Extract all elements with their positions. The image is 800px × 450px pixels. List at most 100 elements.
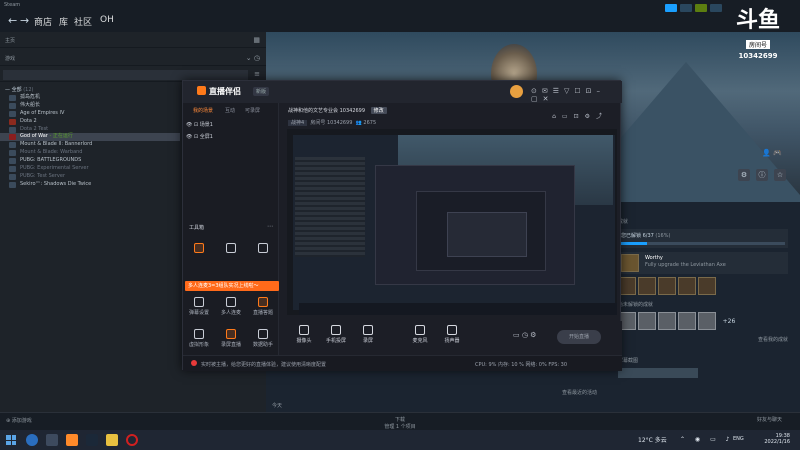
start-live-button[interactable]: 开始直播	[557, 330, 601, 344]
promo-banner[interactable]: 多人连麦3=3组队实况上线啦～	[185, 281, 279, 291]
game-list: — 全部 (12) 孤岛危机 伟大船长 Age of Empires IV Do…	[0, 86, 180, 189]
achievement-icon[interactable]	[698, 277, 716, 295]
windows-start-icon[interactable]	[6, 435, 16, 445]
tab-store[interactable]: 商店	[34, 15, 52, 28]
task-view-icon[interactable]	[46, 434, 58, 446]
tool-danmaku[interactable]	[187, 243, 211, 255]
grid-view-icon[interactable]: ▦	[253, 36, 260, 44]
list-item[interactable]: 伟大船长	[0, 102, 180, 110]
steam-menu[interactable]: Steam	[4, 2, 20, 8]
settings-icon[interactable]: ⚙	[738, 169, 750, 181]
game-name: Mount & Blade II: Bannerlord	[20, 141, 93, 148]
tool-avatar[interactable]: 虚拟形象	[187, 329, 211, 348]
steam-header: Steam ← → 商店 库 社区 OH	[0, 0, 800, 32]
tab-profile[interactable]: OH	[100, 15, 114, 25]
phone-cast-button[interactable]: 手机投屏	[321, 325, 351, 344]
edit-room-button[interactable]: 修改	[370, 107, 387, 114]
list-item[interactable]: PUBG: BATTLEGROUNDS	[0, 157, 180, 165]
folder-icon[interactable]	[106, 434, 118, 446]
list-item[interactable]: Dota 2	[0, 118, 180, 126]
steam-icon[interactable]	[86, 434, 98, 446]
tool-label: 多人连麦	[220, 310, 241, 316]
tray-icons[interactable]: ⌃ ◉ ▭ ♪	[680, 436, 733, 443]
tool-quiz[interactable]: 直播答题	[251, 297, 275, 316]
tab-scenes[interactable]: 我的场景	[193, 107, 213, 114]
filter-row[interactable]: 游戏 ⌄ ◷	[0, 52, 266, 66]
info-icon[interactable]: ⓘ	[756, 169, 768, 181]
friends-status-icon[interactable]	[695, 4, 707, 12]
game-name: God of War	[20, 133, 48, 140]
achievement-icon[interactable]	[678, 277, 696, 295]
window-controls[interactable]: ⊙✉☰▽☐⊡–▢✕	[531, 87, 622, 103]
controller-icon[interactable]: 👤 🎮	[762, 149, 782, 157]
notification-icon[interactable]	[680, 4, 692, 12]
add-game-button[interactable]: ⊕ 添加游戏	[6, 417, 32, 424]
downloads-status[interactable]: 下载 管理 1 个项目	[360, 416, 440, 430]
settings-icon[interactable]: ▭ ◷ ⚙	[513, 331, 536, 339]
douyu-app-icon[interactable]	[66, 434, 78, 446]
tab-interact[interactable]: 互动	[225, 107, 235, 114]
home-row[interactable]: 主页 ▦	[0, 34, 266, 48]
featured-achievement[interactable]: Worthy Fully upgrade the Leviathan Axe	[618, 252, 788, 274]
status-bar: 实时被主播，给您更好的直播体验，建议使用清晰度配置 CPU: 9% 内存: 10…	[183, 355, 622, 371]
more-icon[interactable]: ⋯	[267, 223, 273, 230]
list-item-selected[interactable]: God of War - 正在运行	[0, 133, 180, 142]
data-icon	[258, 329, 268, 339]
forward-arrow-icon[interactable]: →	[20, 14, 29, 27]
tool-user[interactable]	[219, 243, 243, 255]
achievement-icon[interactable]	[658, 277, 676, 295]
favorite-icon[interactable]: ☆	[774, 169, 786, 181]
filter-icon[interactable]: ≡	[254, 70, 260, 78]
tab-record[interactable]: 可录屏	[245, 107, 260, 114]
tool-multi[interactable]: 弹幕设置	[187, 297, 211, 316]
search-input[interactable]	[3, 70, 248, 80]
achievement-icon[interactable]	[678, 312, 696, 330]
tool-download[interactable]: 多人连麦	[219, 297, 243, 316]
version-badge[interactable]: 新版	[253, 87, 270, 96]
phone-icon	[331, 325, 341, 335]
record-button[interactable]: 录屏	[353, 325, 383, 344]
list-item[interactable]: Mount & Blade II: Bannerlord	[0, 141, 180, 149]
weather[interactable]: 12°C 多云	[638, 435, 667, 444]
room-category[interactable]: 战神4	[288, 120, 308, 126]
back-arrow-icon[interactable]: ←	[8, 14, 17, 27]
avatar[interactable]	[510, 85, 523, 98]
language-indicator[interactable]: ENG	[733, 436, 744, 442]
view-achievements-link[interactable]: 查看我的成就	[618, 336, 788, 343]
tab-library[interactable]: 库	[59, 15, 68, 28]
room-action-icons[interactable]: ⌂▭⊡⚙⤴	[552, 111, 608, 120]
record-screen-icon	[363, 325, 373, 335]
list-item[interactable]: 孤岛危机	[0, 94, 180, 102]
achievement-icon[interactable]	[638, 312, 656, 330]
speaker-button[interactable]: 扬声器	[437, 325, 467, 344]
tool-label: 录屏直播	[220, 342, 241, 348]
recent-activity-link[interactable]: 查看最近的活动	[562, 389, 597, 396]
screenshot-thumb[interactable]	[618, 368, 698, 378]
scene-item[interactable]: 👁 ⊡ 场景1	[186, 121, 213, 128]
achievement-icon[interactable]	[658, 312, 676, 330]
filter-dropdown-icon[interactable]: ⌄ ◷	[246, 54, 260, 62]
tab-community[interactable]: 社区	[74, 15, 92, 28]
category-header[interactable]: — 全部 (12)	[0, 86, 180, 94]
list-item[interactable]: Age of Empires IV	[0, 110, 180, 118]
system-stats: CPU: 9% 内存: 10 % 网络: 0% FPS: 30	[475, 362, 568, 368]
edge-icon[interactable]	[26, 434, 38, 446]
tool-record[interactable]: 录屏直播	[219, 329, 243, 348]
camera-icon	[299, 325, 309, 335]
record-app-icon[interactable]	[126, 434, 138, 446]
tool-gift[interactable]	[251, 243, 275, 255]
clock[interactable]: 19:38 2022/1/16	[764, 433, 790, 445]
achievement-icon[interactable]	[638, 277, 656, 295]
list-item[interactable]: PUBG: Test Server	[0, 173, 180, 181]
mic-button[interactable]: 麦克风	[405, 325, 435, 344]
broadcast-icon[interactable]	[665, 4, 677, 12]
user-menu-icon[interactable]	[710, 4, 722, 12]
scene-item[interactable]: 👁 ⊡ 全屏1	[186, 133, 213, 140]
list-item[interactable]: Mount & Blade: Warband	[0, 149, 180, 157]
list-item[interactable]: Sekiro™: Shadows Die Twice	[0, 181, 180, 189]
friends-chat-button[interactable]: 好友与聊天	[757, 416, 782, 423]
list-item[interactable]: PUBG: Experimental Server	[0, 165, 180, 173]
achievement-icon[interactable]	[698, 312, 716, 330]
tool-data[interactable]: 数据助手	[251, 329, 275, 348]
camera-button[interactable]: 摄像头	[289, 325, 319, 344]
